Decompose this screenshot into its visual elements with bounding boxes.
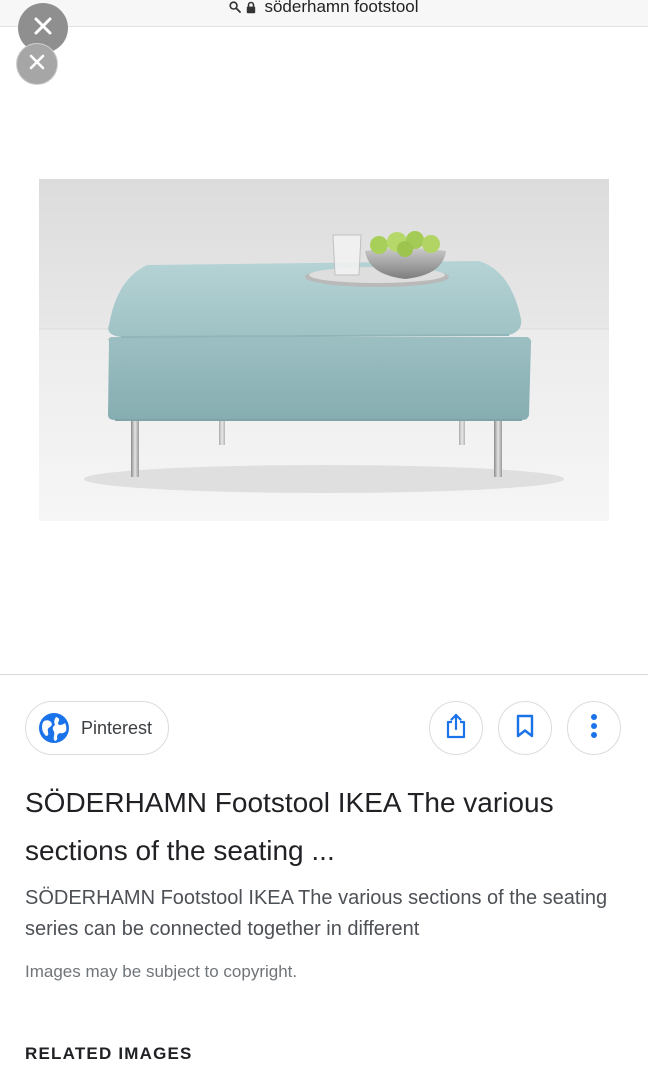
url-text: söderhamn footstool	[264, 0, 419, 16]
lock-icon	[246, 1, 256, 14]
save-button[interactable]	[498, 701, 552, 755]
result-title[interactable]: SÖDERHAMN Footstool IKEA The various sec…	[25, 779, 585, 875]
product-image[interactable]	[39, 179, 609, 521]
divider	[0, 674, 648, 675]
url-bar[interactable]: söderhamn footstool	[0, 0, 648, 27]
close-viewer-button[interactable]	[16, 43, 58, 85]
close-icon	[28, 53, 46, 76]
bookmark-icon	[515, 714, 535, 743]
globe-icon	[38, 712, 70, 744]
url-display[interactable]: söderhamn footstool	[229, 0, 419, 17]
search-icon	[229, 1, 242, 13]
close-icon	[33, 16, 53, 41]
source-chip[interactable]: Pinterest	[25, 701, 169, 755]
related-images-heading: RELATED IMAGES	[25, 1044, 193, 1063]
image-viewer	[0, 27, 648, 674]
result-description: SÖDERHAMN Footstool IKEA The various sec…	[25, 887, 608, 940]
more-options-button[interactable]	[567, 701, 621, 755]
share-icon	[444, 713, 468, 744]
copyright-notice: Images may be subject to copyright.	[25, 962, 298, 981]
more-vertical-icon	[590, 713, 598, 744]
source-label: Pinterest	[81, 717, 153, 738]
share-button[interactable]	[429, 701, 483, 755]
